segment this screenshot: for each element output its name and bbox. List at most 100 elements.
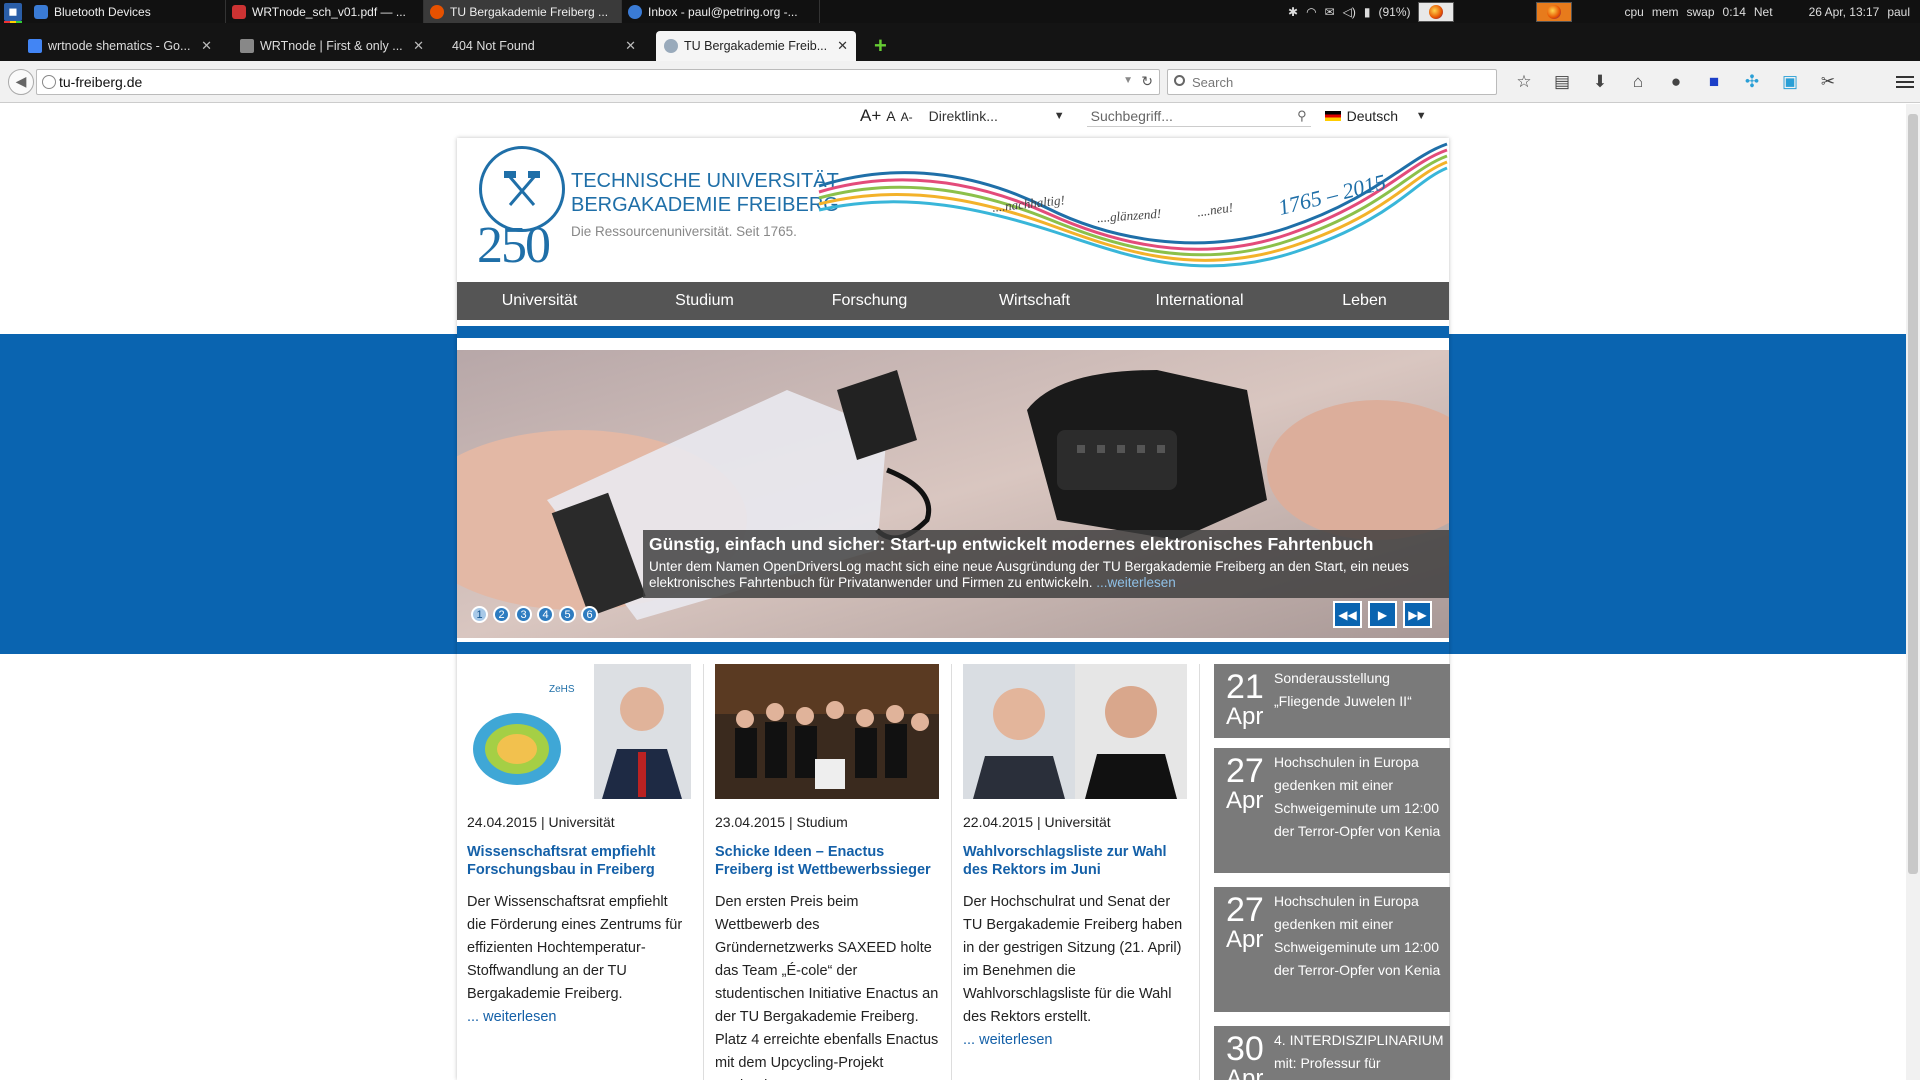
slider-prev-button[interactable]: ◀◀ (1333, 601, 1362, 628)
home-icon[interactable]: ⌂ (1619, 72, 1657, 92)
start-menu-button[interactable]: ◼ (4, 2, 22, 24)
slider-accent-strip (457, 642, 1449, 654)
tools-icon[interactable]: ✂ (1809, 72, 1847, 92)
slider-play-button[interactable]: ▶ (1368, 601, 1397, 628)
close-tab-icon[interactable]: ✕ (413, 38, 424, 54)
volume-icon[interactable]: ◁) (1343, 5, 1356, 19)
url-bar[interactable]: tu-freiberg.de ▼ ↻ (36, 69, 1160, 95)
taskbar-window-bluetooth[interactable]: Bluetooth Devices (28, 0, 226, 23)
nav-item-universitaet[interactable]: Universität (457, 292, 622, 310)
reload-icon[interactable]: ↻ (1141, 73, 1153, 90)
event-title: 4. INTERDISZIPLINARIUM mit: Professur fü… (1274, 1032, 1444, 1071)
bookmark-star-icon[interactable]: ☆ (1505, 72, 1543, 92)
wifi-icon[interactable]: ◠ (1306, 5, 1316, 19)
toolbar-icons: ☆ ▤ ⬇ ⌂ ● ■ ✣ ▣ ✂ (1505, 69, 1847, 95)
history-dropdown-icon[interactable]: ▼ (1123, 75, 1133, 86)
news-title-link[interactable]: Wahlvorschlagsliste zur Wahl des Rektors… (963, 843, 1187, 879)
swap-monitor: swap (1686, 4, 1715, 19)
bluetooth-tray-icon[interactable]: ✱ (1288, 5, 1298, 19)
nav-item-studium[interactable]: Studium (622, 292, 787, 310)
hero-slider[interactable]: Günstig, einfach und sicher: Start-up en… (457, 350, 1449, 638)
search-placeholder: Search (1192, 74, 1234, 90)
nav-item-wirtschaft[interactable]: Wirtschaft (952, 292, 1117, 310)
web-page: A+ A A- Direktlink... ▼ Suchbegriff... ⚲ D… (0, 104, 1920, 1080)
chat-icon[interactable]: ● (1657, 72, 1695, 92)
extension-badge-icon[interactable]: ▣ (1771, 72, 1809, 92)
search-bar[interactable]: Search (1167, 69, 1497, 95)
slider-next-button[interactable]: ▶▶ (1403, 601, 1432, 628)
clock[interactable]: 26 Apr, 13:17 (1809, 5, 1880, 19)
url-text: tu-freiberg.de (59, 74, 143, 90)
tab-google-search[interactable]: wrtnode shematics - Go... ✕ (20, 31, 220, 61)
close-tab-icon[interactable]: ✕ (837, 38, 848, 54)
slider-dot-3[interactable]: 3 (515, 606, 532, 623)
site-search-input[interactable]: Suchbegriff... ⚲ (1086, 105, 1311, 127)
user-name[interactable]: paul (1887, 5, 1910, 19)
font-decrease-button[interactable]: A- (901, 110, 913, 124)
taskbar-window-thunderbird[interactable]: Inbox - paul@petring.org -... (622, 0, 820, 23)
news-thumbnail-1[interactable]: ZeHS (467, 664, 691, 799)
university-tagline: Die Ressourcenuniversität. Seit 1765. (571, 224, 797, 239)
new-tab-button[interactable]: + (868, 31, 893, 61)
cpu-monitor: cpu (1624, 4, 1644, 19)
search-icon[interactable]: ⚲ (1297, 108, 1307, 124)
mail-tray-icon[interactable]: ✉ (1325, 5, 1335, 19)
nav-item-international[interactable]: International (1117, 292, 1282, 310)
event-item[interactable]: 27 Apr Hochschulen in Europa gedenken mit… (1214, 887, 1450, 1012)
adblock-icon[interactable]: ■ (1695, 72, 1733, 92)
back-button[interactable]: ◀ (8, 68, 34, 95)
uptime: 0:14 (1722, 4, 1746, 19)
news-item-2: 23.04.2015 | Studium Schicke Ideen – Ena… (715, 664, 939, 1080)
news-image: ZeHS (467, 664, 691, 799)
font-size-controls: A+ A A- (860, 106, 913, 126)
font-increase-button[interactable]: A+ (860, 106, 881, 126)
scrollbar[interactable] (1906, 104, 1920, 1080)
slider-dot-2[interactable]: 2 (493, 606, 510, 623)
fast-forward-icon: ▶▶ (1408, 607, 1427, 622)
news-title-link[interactable]: Wissenschaftsrat empfiehlt Forschungsbau… (467, 843, 691, 879)
slider-title[interactable]: Günstig, einfach und sicher: Start-up en… (649, 534, 1443, 555)
tab-wrtnode[interactable]: WRTnode | First & only ... ✕ (232, 31, 432, 61)
column-divider (703, 664, 704, 1080)
battery-icon[interactable]: ▮ (1364, 5, 1371, 19)
event-item[interactable]: 30 Apr 4. INTERDISZIPLINARIUM mit: Profes… (1214, 1026, 1450, 1080)
extension-icon[interactable]: ✣ (1733, 72, 1771, 92)
taskbar-window-firefox[interactable]: TU Bergakademie Freiberg ... (424, 0, 622, 23)
slider-dot-4[interactable]: 4 (537, 606, 554, 623)
close-tab-icon[interactable]: ✕ (201, 38, 212, 54)
slider-dot-6[interactable]: 6 (581, 606, 598, 623)
nav-item-leben[interactable]: Leben (1282, 292, 1447, 310)
language-select[interactable]: Deutsch ▼ (1321, 105, 1431, 127)
menu-icon[interactable] (1896, 73, 1914, 91)
news-read-more-link[interactable]: ... weiterlesen (963, 1032, 1052, 1048)
net-monitor: Net (1753, 4, 1773, 19)
news-title-link[interactable]: Schicke Ideen – Enactus Freiberg ist Wet… (715, 843, 939, 879)
firefox-launcher[interactable] (1418, 1, 1455, 22)
nav-item-forschung[interactable]: Forschung (787, 292, 952, 310)
tab-404[interactable]: 404 Not Found ✕ (444, 31, 644, 61)
reading-list-icon[interactable]: ▤ (1543, 72, 1581, 92)
news-thumbnail-3[interactable] (963, 664, 1187, 799)
direktlink-select[interactable]: Direktlink... ▼ (925, 105, 1069, 127)
download-icon[interactable]: ⬇ (1581, 72, 1619, 92)
close-tab-icon[interactable]: ✕ (625, 38, 636, 54)
event-item[interactable]: 27 Apr Hochschulen in Europa gedenken mit… (1214, 748, 1450, 873)
news-item-3: 22.04.2015 | Universität Wahlvorschlagsl… (963, 664, 1187, 1052)
column-divider (951, 664, 952, 1080)
event-item[interactable]: 21 Apr Sonderausstellung „Fliegende Juwel… (1214, 664, 1450, 738)
slider-dot-1[interactable]: 1 (471, 606, 488, 623)
firefox-launcher-active[interactable] (1536, 1, 1573, 22)
search-icon (1174, 75, 1185, 86)
slider-dot-5[interactable]: 5 (559, 606, 576, 623)
slider-read-more-link[interactable]: ...weiterlesen (1096, 575, 1176, 590)
mail-icon (628, 4, 642, 19)
news-image (715, 664, 939, 799)
news-read-more-link[interactable]: ... weiterlesen (467, 1009, 556, 1025)
zehs-logo-text: ZeHS (549, 684, 575, 695)
news-thumbnail-2[interactable] (715, 664, 939, 799)
news-meta: 23.04.2015 | Studium (715, 814, 848, 830)
font-normal-button[interactable]: A (886, 108, 895, 124)
tab-tu-freiberg[interactable]: TU Bergakademie Freib... ✕ (656, 31, 856, 61)
scrollbar-thumb[interactable] (1908, 114, 1918, 874)
taskbar-window-pdf[interactable]: WRTnode_sch_v01.pdf — ... (226, 0, 424, 23)
